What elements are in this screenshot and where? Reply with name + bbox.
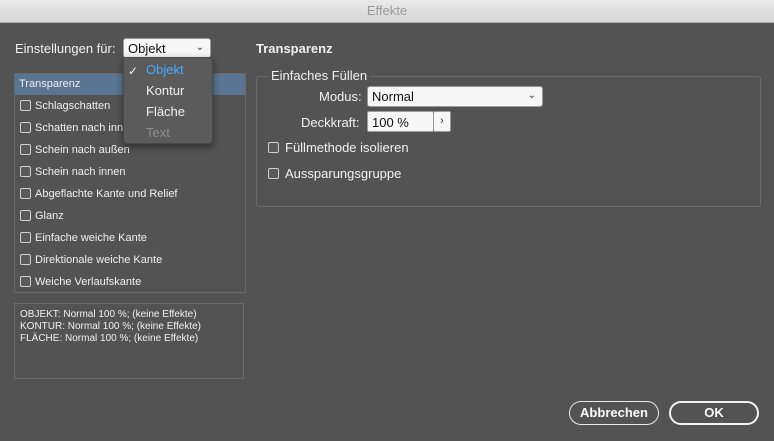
effects-item-label: Schatten nach innen (35, 122, 136, 134)
effects-item-label: Transparenz (19, 78, 81, 90)
effects-item-schein-nach-innen[interactable]: Schein nach innen (15, 162, 245, 183)
summary-line: OBJEKT: Normal 100 %; (keine Effekte) (20, 309, 197, 320)
mode-value: Normal (372, 89, 414, 104)
effects-item-label: Weiche Verlaufskante (35, 276, 142, 288)
effects-item-checkbox[interactable] (20, 166, 31, 177)
isolate-blending-checkbox[interactable] (268, 142, 279, 153)
settings-for-selected: Objekt (128, 41, 166, 56)
window-title: Effekte (366, 3, 408, 18)
opacity-slider-button[interactable]: › (433, 111, 451, 132)
effects-item-abgeflachte-kante[interactable]: Abgeflachte Kante und Relief (15, 184, 245, 205)
cancel-button[interactable]: Abbrechen (569, 401, 659, 425)
effects-item-checkbox[interactable] (20, 188, 31, 199)
effects-item-direktionale-weiche-kante[interactable]: Direktionale weiche Kante (15, 250, 245, 271)
effects-item-checkbox[interactable] (20, 254, 31, 265)
mode-dropdown[interactable]: Normal ⌄ (367, 86, 543, 107)
opacity-value: 100 % (372, 115, 409, 130)
effects-item-weiche-verlaufskante[interactable]: Weiche Verlaufskante (15, 272, 245, 293)
menu-item-flaeche[interactable]: Fläche (146, 104, 185, 119)
isolate-blending-label: Füllmethode isolieren (285, 140, 409, 155)
summary-line: FLÄCHE: Normal 100 %; (keine Effekte) (20, 333, 199, 344)
effects-item-label: Schein nach innen (35, 166, 126, 178)
chevron-down-icon: ⌄ (527, 90, 536, 101)
panel-title: Transparenz (256, 41, 333, 56)
effects-item-checkbox[interactable] (20, 122, 31, 133)
ok-button[interactable]: OK (669, 401, 759, 425)
summary-line: KONTUR: Normal 100 %; (keine Effekte) (20, 321, 201, 332)
effects-item-checkbox[interactable] (20, 144, 31, 155)
settings-for-label: Einstellungen für: (15, 41, 116, 56)
effects-item-label: Glanz (35, 210, 64, 222)
settings-for-menu: ✓ Objekt Kontur Fläche Text (123, 57, 213, 144)
basic-fill-group-title: Einfaches Füllen (268, 68, 371, 83)
menu-item-text: Text (146, 125, 170, 140)
checkmark-icon: ✓ (128, 64, 139, 78)
knockout-group-checkbox[interactable] (268, 168, 279, 179)
effects-item-checkbox[interactable] (20, 276, 31, 287)
knockout-group-label: Aussparungsgruppe (285, 166, 402, 181)
effects-summary: OBJEKT: Normal 100 %; (keine Effekte) KO… (14, 303, 244, 379)
effects-item-einfache-weiche-kante[interactable]: Einfache weiche Kante (15, 228, 245, 249)
effects-item-label: Schlagschatten (35, 100, 111, 112)
effects-item-label: Einfache weiche Kante (35, 232, 147, 244)
effects-item-glanz[interactable]: Glanz (15, 206, 245, 227)
effects-item-checkbox[interactable] (20, 232, 31, 243)
effects-item-label: Abgeflachte Kante und Relief (35, 188, 178, 200)
menu-item-objekt[interactable]: Objekt (146, 62, 184, 77)
effects-item-label: Schein nach außen (35, 144, 130, 156)
window-title-bar: Effekte (0, 0, 774, 23)
chevron-right-icon: › (440, 115, 444, 127)
settings-for-dropdown[interactable]: Objekt ⌄ (123, 38, 211, 58)
effects-item-checkbox[interactable] (20, 210, 31, 221)
effects-item-label: Direktionale weiche Kante (35, 254, 163, 266)
mode-label: Modus: (319, 89, 362, 104)
opacity-label: Deckkraft: (301, 115, 360, 130)
chevron-down-icon: ⌄ (195, 42, 204, 53)
effects-item-checkbox[interactable] (20, 100, 31, 111)
menu-item-kontur[interactable]: Kontur (146, 83, 184, 98)
opacity-field[interactable]: 100 % (367, 111, 434, 132)
